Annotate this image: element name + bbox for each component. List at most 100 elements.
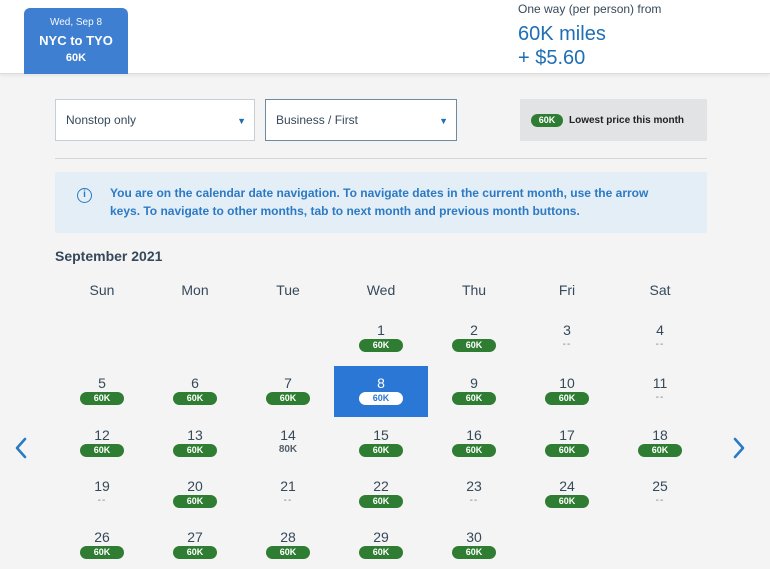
lowest-price-badge: 60K — [173, 495, 217, 508]
day-number: 2 — [470, 322, 478, 338]
calendar-day-27[interactable]: 27 60K — [148, 520, 242, 568]
day-number: 7 — [284, 375, 292, 391]
lowest-price-badge: 60K — [359, 444, 403, 457]
calendar-day-22[interactable]: 22 60K — [334, 469, 428, 517]
calendar-day-16[interactable]: 16 60K — [427, 418, 521, 466]
day-price: 60K — [241, 546, 335, 559]
lowest-price-badge: 60K — [452, 546, 496, 559]
calendar-day-3[interactable]: 3 -- — [520, 313, 614, 361]
day-price-unavailable: -- — [97, 495, 107, 506]
calendar-day-18[interactable]: 18 60K — [613, 418, 707, 466]
cabin-filter-value: Business / First — [276, 113, 359, 127]
day-price: 60K — [148, 392, 242, 405]
weekday-fri: Fri — [558, 282, 576, 298]
calendar-day-21[interactable]: 21 -- — [241, 469, 335, 517]
lowest-price-badge: 60K — [80, 546, 124, 559]
lowest-price-badge: 60K — [359, 339, 403, 352]
lowest-price-badge: 60K — [266, 392, 310, 405]
day-price: 60K — [427, 392, 521, 405]
day-number: 8 — [377, 375, 385, 391]
day-price: 60K — [520, 444, 614, 457]
day-price-unavailable: -- — [655, 495, 665, 506]
day-number: 11 — [652, 375, 668, 391]
calendar-day-2[interactable]: 2 60K — [427, 313, 521, 361]
day-number: 30 — [466, 529, 482, 545]
chevron-left-icon — [15, 437, 27, 459]
lowest-price-badge: 60K — [638, 444, 682, 457]
day-number: 26 — [94, 529, 110, 545]
day-number: 15 — [373, 427, 389, 443]
lowest-price-legend: 60K Lowest price this month — [520, 99, 707, 141]
day-price-unavailable: -- — [469, 495, 479, 506]
day-number: 12 — [94, 427, 110, 443]
calendar-day-8[interactable]: 8 60K — [334, 366, 428, 417]
day-number: 1 — [377, 322, 385, 338]
day-number: 9 — [470, 375, 478, 391]
day-price: 60K — [55, 444, 149, 457]
day-number: 22 — [373, 478, 389, 494]
trip-tab-selected[interactable]: Wed, Sep 8 NYC to TYO 60K — [24, 8, 128, 74]
calendar-day-7[interactable]: 7 60K — [241, 366, 335, 414]
weekday-thu: Thu — [461, 282, 487, 298]
lowest-price-badge: 60K — [80, 444, 124, 457]
info-circle-icon: i — [77, 188, 92, 203]
weekday-tue: Tue — [276, 282, 300, 298]
lowest-price-badge: 60K — [545, 444, 589, 457]
day-number: 3 — [563, 322, 571, 338]
calendar-day-29[interactable]: 29 60K — [334, 520, 428, 568]
chevron-right-icon — [733, 437, 745, 459]
next-month-button[interactable] — [732, 437, 746, 463]
calendar-day-24[interactable]: 24 60K — [520, 469, 614, 517]
day-price: 60K — [148, 546, 242, 559]
weekday-sat: Sat — [649, 282, 671, 298]
previous-month-button[interactable] — [14, 437, 28, 463]
calendar-day-13[interactable]: 13 60K — [148, 418, 242, 466]
day-price: 60K — [55, 392, 149, 405]
day-number: 29 — [373, 529, 389, 545]
calendar-day-9[interactable]: 9 60K — [427, 366, 521, 414]
day-price: 60K — [148, 444, 242, 457]
caret-down-icon: ▼ — [237, 116, 246, 126]
day-number: 18 — [652, 427, 668, 443]
day-number: 14 — [280, 427, 296, 443]
divider — [55, 158, 707, 159]
trip-tab-date: Wed, Sep 8 — [49, 17, 103, 28]
lowest-price-badge: 60K — [173, 392, 217, 405]
calendar-day-20[interactable]: 20 60K — [148, 469, 242, 517]
cabin-filter-select[interactable]: Business / First ▼ — [265, 99, 457, 141]
calendar-help-text: You are on the calendar date navigation.… — [110, 186, 649, 218]
day-price: 60K — [334, 339, 428, 352]
calendar-day-12[interactable]: 12 60K — [55, 418, 149, 466]
day-price: 60K — [427, 444, 521, 457]
calendar-day-5[interactable]: 5 60K — [55, 366, 149, 414]
price-summary-fee: + $5.60 — [518, 47, 586, 69]
price-summary-label: One way (per person) from — [518, 2, 662, 16]
calendar-day-11[interactable]: 11 -- — [613, 366, 707, 414]
calendar-day-15[interactable]: 15 60K — [334, 418, 428, 466]
day-price: 60K — [148, 495, 242, 508]
calendar-day-19[interactable]: 19 -- — [55, 469, 149, 517]
legend-badge: 60K — [531, 113, 563, 127]
day-number: 13 — [187, 427, 203, 443]
stops-filter-select[interactable]: Nonstop only ▼ — [55, 99, 255, 141]
day-number: 4 — [656, 322, 664, 338]
calendar-day-26[interactable]: 26 60K — [55, 520, 149, 568]
day-number: 17 — [559, 427, 575, 443]
calendar-day-30[interactable]: 30 60K — [427, 520, 521, 568]
day-number: 6 — [191, 375, 199, 391]
day-price: 60K — [613, 444, 707, 457]
day-number: 20 — [187, 478, 203, 494]
calendar-day-6[interactable]: 6 60K — [148, 366, 242, 414]
calendar-day-25[interactable]: 25 -- — [613, 469, 707, 517]
stops-filter-value: Nonstop only — [66, 113, 137, 127]
day-number: 28 — [280, 529, 296, 545]
day-number: 24 — [559, 478, 575, 494]
calendar-day-17[interactable]: 17 60K — [520, 418, 614, 466]
calendar-day-10[interactable]: 10 60K — [520, 366, 614, 414]
calendar-day-23[interactable]: 23 -- — [427, 469, 521, 517]
calendar-day-28[interactable]: 28 60K — [241, 520, 335, 568]
day-price: 60K — [334, 444, 428, 457]
calendar-day-14[interactable]: 14 80K — [241, 418, 335, 466]
calendar-day-1[interactable]: 1 60K — [334, 313, 428, 361]
calendar-day-4[interactable]: 4 -- — [613, 313, 707, 361]
